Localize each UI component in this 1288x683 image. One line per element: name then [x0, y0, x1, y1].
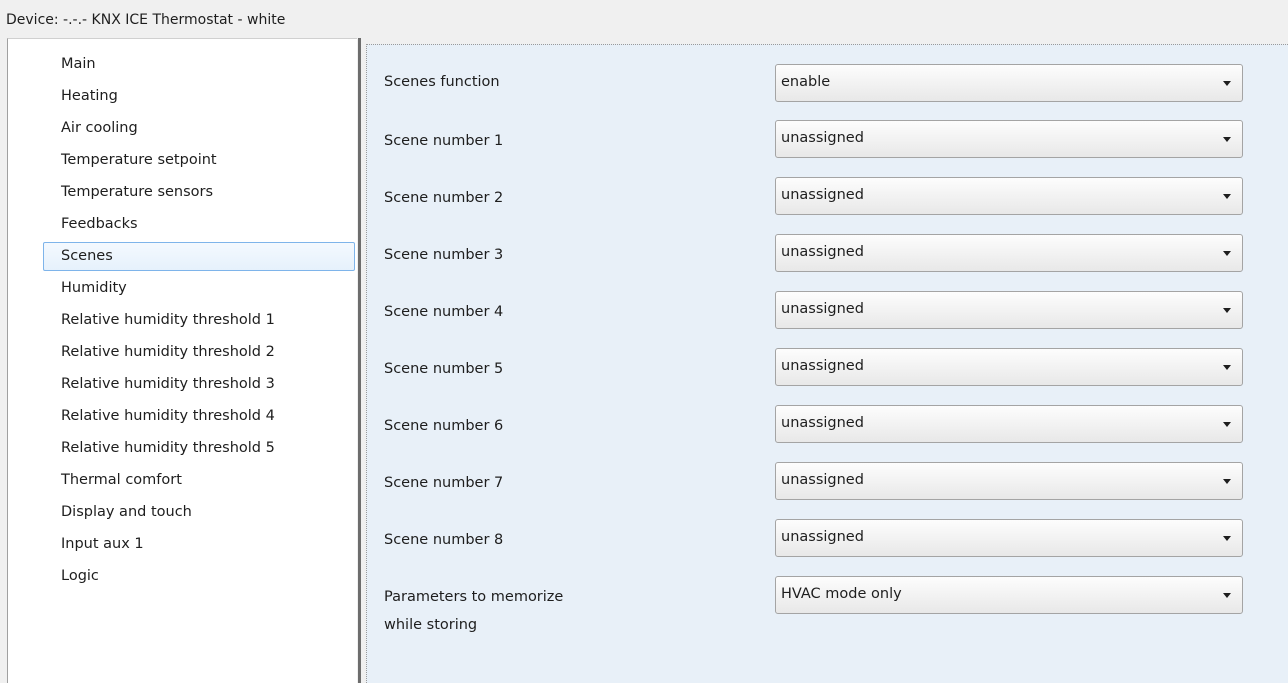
- scene-number-5-select[interactable]: unassigned: [775, 348, 1243, 386]
- sidebar-item-label: Thermal comfort: [61, 472, 182, 488]
- scene-number-8-select[interactable]: unassigned: [775, 519, 1243, 557]
- parameters-panel: Scenes function enable Scene number 1 un…: [366, 44, 1288, 683]
- sidebar-item-feedbacks[interactable]: Feedbacks: [8, 208, 357, 241]
- param-label: Parameters to memorize while storing: [384, 589, 564, 633]
- sidebar-item-label: Temperature setpoint: [61, 152, 217, 168]
- chevron-down-icon: [1223, 536, 1231, 541]
- param-label: Scenes function: [384, 74, 500, 90]
- sidebar-item-logic[interactable]: Logic: [8, 560, 357, 593]
- scene-number-4-select[interactable]: unassigned: [775, 291, 1243, 329]
- chevron-down-icon: [1223, 593, 1231, 598]
- sidebar-item-label: Display and touch: [61, 504, 192, 520]
- select-value: enable: [781, 74, 831, 90]
- sidebar-item-input-aux-1[interactable]: Input aux 1: [8, 528, 357, 561]
- sidebar-item-temperature-sensors[interactable]: Temperature sensors: [8, 176, 357, 209]
- sidebar-item-temperature-setpoint[interactable]: Temperature setpoint: [8, 144, 357, 177]
- sidebar-item-scenes[interactable]: Scenes: [8, 240, 357, 273]
- param-label: Scene number 6: [384, 418, 504, 434]
- scene-number-6-select[interactable]: unassigned: [775, 405, 1243, 443]
- select-value: unassigned: [781, 472, 864, 488]
- sidebar-item-label: Relative humidity threshold 3: [61, 376, 275, 392]
- param-label: Scene number 4: [384, 304, 504, 320]
- param-label: Scene number 1: [384, 133, 504, 149]
- sidebar-item-label: Humidity: [61, 280, 127, 296]
- sidebar: Main Heating Air cooling Temperature set…: [7, 38, 357, 683]
- sidebar-item-label: Relative humidity threshold 4: [61, 408, 275, 424]
- sidebar-item-label: Main: [61, 56, 96, 72]
- select-value: unassigned: [781, 415, 864, 431]
- sidebar-item-rh-threshold-3[interactable]: Relative humidity threshold 3: [8, 368, 357, 401]
- select-value: unassigned: [781, 301, 864, 317]
- chevron-down-icon: [1223, 365, 1231, 370]
- chevron-down-icon: [1223, 251, 1231, 256]
- select-value: unassigned: [781, 130, 864, 146]
- select-value: unassigned: [781, 187, 864, 203]
- window-title: Device: -.-.- KNX ICE Thermostat - white: [0, 0, 1288, 38]
- scene-number-7-select[interactable]: unassigned: [775, 462, 1243, 500]
- param-label: Scene number 8: [384, 532, 504, 548]
- chevron-down-icon: [1223, 137, 1231, 142]
- sidebar-item-label: Air cooling: [61, 120, 138, 136]
- param-label: Scene number 3: [384, 247, 504, 263]
- parameters-to-memorize-select[interactable]: HVAC mode only: [775, 576, 1243, 614]
- sidebar-item-label: Relative humidity threshold 2: [61, 344, 275, 360]
- scene-number-3-select[interactable]: unassigned: [775, 234, 1243, 272]
- chevron-down-icon: [1223, 479, 1231, 484]
- sidebar-item-label: Relative humidity threshold 5: [61, 440, 275, 456]
- param-label: Scene number 5: [384, 361, 504, 377]
- select-value: unassigned: [781, 529, 864, 545]
- scene-number-2-select[interactable]: unassigned: [775, 177, 1243, 215]
- select-value: unassigned: [781, 244, 864, 260]
- chevron-down-icon: [1223, 194, 1231, 199]
- sidebar-item-display-and-touch[interactable]: Display and touch: [8, 496, 357, 529]
- sidebar-item-label: Temperature sensors: [61, 184, 214, 200]
- sidebar-item-rh-threshold-4[interactable]: Relative humidity threshold 4: [8, 400, 357, 433]
- sidebar-item-thermal-comfort[interactable]: Thermal comfort: [8, 464, 357, 497]
- sidebar-item-rh-threshold-1[interactable]: Relative humidity threshold 1: [8, 304, 357, 337]
- sidebar-item-label: Relative humidity threshold 1: [61, 312, 275, 328]
- sidebar-item-air-cooling[interactable]: Air cooling: [8, 112, 357, 145]
- chevron-down-icon: [1223, 81, 1231, 86]
- select-value: unassigned: [781, 358, 864, 374]
- param-label: Scene number 7: [384, 475, 504, 491]
- scenes-function-select[interactable]: enable: [775, 64, 1243, 102]
- sidebar-item-heating[interactable]: Heating: [8, 80, 357, 113]
- scene-number-1-select[interactable]: unassigned: [775, 120, 1243, 158]
- chevron-down-icon: [1223, 308, 1231, 313]
- sidebar-item-label: Scenes: [61, 248, 113, 264]
- sidebar-item-main[interactable]: Main: [8, 48, 357, 81]
- panel-splitter[interactable]: [357, 38, 364, 683]
- sidebar-item-rh-threshold-2[interactable]: Relative humidity threshold 2: [8, 336, 357, 369]
- sidebar-item-label: Input aux 1: [61, 536, 144, 552]
- sidebar-nav: Main Heating Air cooling Temperature set…: [8, 48, 357, 593]
- select-value: HVAC mode only: [781, 586, 902, 602]
- sidebar-item-label: Logic: [61, 568, 99, 584]
- sidebar-item-label: Heating: [61, 88, 118, 104]
- sidebar-item-humidity[interactable]: Humidity: [8, 272, 357, 305]
- sidebar-item-label: Feedbacks: [61, 216, 138, 232]
- chevron-down-icon: [1223, 422, 1231, 427]
- sidebar-item-rh-threshold-5[interactable]: Relative humidity threshold 5: [8, 432, 357, 465]
- param-label: Scene number 2: [384, 190, 504, 206]
